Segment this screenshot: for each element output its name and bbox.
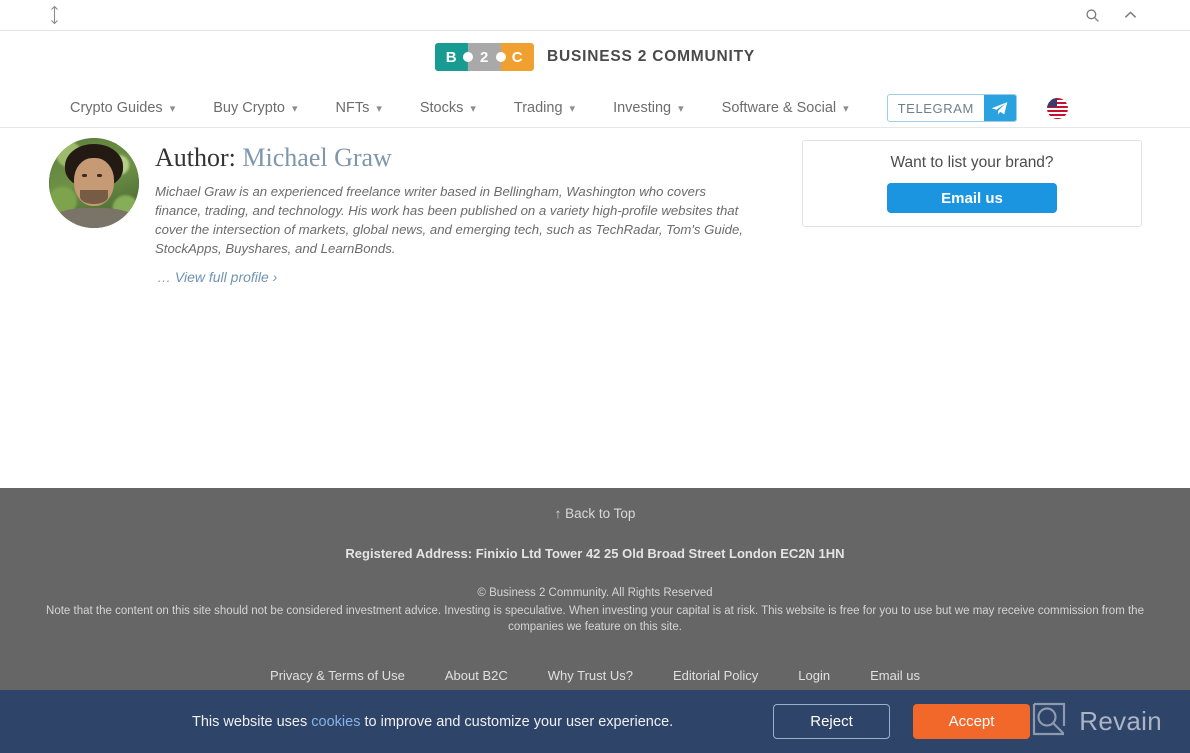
telegram-label: TELEGRAM <box>897 100 974 116</box>
browser-toolbar-icons <box>1082 5 1140 25</box>
chevron-down-icon: ▾ <box>569 102 576 115</box>
logo-piece-b: B <box>434 43 473 71</box>
view-full-profile-link[interactable]: View full profile › <box>175 269 277 285</box>
nav-label: NFTs <box>335 100 370 116</box>
revain-label: Revain <box>1079 706 1162 736</box>
nav-item-stocks[interactable]: Stocks ▾ <box>420 100 476 116</box>
chevron-down-icon: ▾ <box>678 102 684 115</box>
nav-item-investing[interactable]: Investing ▾ <box>613 100 684 116</box>
site-logo[interactable]: B 2 C BUSINESS 2 COMMUNITY <box>434 43 756 71</box>
email-us-button[interactable]: Email us <box>887 183 1057 213</box>
copyright-text: © Business 2 Community. All Rights Reser… <box>477 587 713 599</box>
nav-item-buy-crypto[interactable]: Buy Crypto ▾ <box>213 100 297 116</box>
revain-logo-icon <box>1030 700 1068 743</box>
cookie-consent-banner: This website uses cookies to improve and… <box>0 690 1190 753</box>
chevron-down-icon: ▾ <box>169 102 176 115</box>
footer-link-about-b2c[interactable]: About B2C <box>445 668 508 683</box>
nav-label: Crypto Guides <box>70 100 163 116</box>
registered-address: Registered Address: Finixio Ltd Tower 42… <box>345 546 845 561</box>
chevron-down-icon: ▾ <box>291 102 298 115</box>
nav-label: Software & Social <box>721 100 837 116</box>
author-name: Michael Graw <box>242 143 392 172</box>
nav-item-software-and-social[interactable]: Software & Social ▾ <box>722 100 849 116</box>
cookies-link[interactable]: cookies <box>311 714 360 730</box>
author-title-prefix: Author: <box>155 143 236 172</box>
chevron-up-icon[interactable] <box>1120 5 1140 25</box>
author-bio: Michael Graw is an experienced freelance… <box>155 184 743 256</box>
site-header: B 2 C BUSINESS 2 COMMUNITY <box>0 31 1190 88</box>
nav-item-trading[interactable]: Trading ▾ <box>514 100 575 116</box>
chevron-down-icon: ▾ <box>843 102 849 115</box>
footer-link-why-trust-us[interactable]: Why Trust Us? <box>548 668 633 683</box>
accept-button[interactable]: Accept <box>913 704 1030 739</box>
telegram-paper-plane-icon <box>983 95 1016 121</box>
main-navigation: Crypto Guides ▾ Buy Crypto ▾ NFTs ▾ Stoc… <box>0 88 1190 128</box>
bio-ellipsis: … <box>157 269 171 285</box>
nav-label: Buy Crypto <box>213 100 285 116</box>
site-footer: ↑ Back to Top Registered Address: Finixi… <box>0 488 1190 690</box>
b2c-puzzle-logo-icon: B 2 C <box>434 43 534 71</box>
brand-card-title: Want to list your brand? <box>890 154 1054 171</box>
page-title: Author: Michael Graw <box>155 143 392 173</box>
nav-item-nfts[interactable]: NFTs ▾ <box>335 100 381 116</box>
vertical-resize-cursor-icon <box>47 5 61 27</box>
revain-watermark: Revain <box>1030 700 1162 743</box>
browser-toolbar <box>0 0 1190 31</box>
brand-name: BUSINESS 2 COMMUNITY <box>546 48 756 65</box>
cookie-text-after: to improve and customize your user exper… <box>360 713 674 730</box>
view-full-profile: … View full profile › <box>157 269 277 285</box>
chevron-down-icon: ▾ <box>376 102 382 115</box>
disclaimer-text: Note that the content on this site shoul… <box>46 605 1144 633</box>
nav-item-crypto-guides[interactable]: Crypto Guides ▾ <box>70 100 175 116</box>
reject-button[interactable]: Reject <box>773 704 890 739</box>
us-flag-icon[interactable] <box>1046 97 1068 119</box>
list-your-brand-card: Want to list your brand? Email us <box>802 140 1142 227</box>
telegram-button[interactable]: TELEGRAM <box>886 94 1017 122</box>
search-icon[interactable] <box>1082 5 1102 25</box>
footer-link-email-us[interactable]: Email us <box>870 668 920 683</box>
nav-label: Stocks <box>419 100 464 116</box>
footer-links: Privacy & Terms of Use About B2C Why Tru… <box>0 668 1190 683</box>
chevron-down-icon: ▾ <box>470 102 476 115</box>
nav-items-container: Crypto Guides ▾ Buy Crypto ▾ NFTs ▾ Stoc… <box>70 88 1068 128</box>
footer-link-privacy-terms[interactable]: Privacy & Terms of Use <box>270 668 405 683</box>
nav-label: Investing <box>613 100 672 116</box>
avatar <box>49 138 139 228</box>
footer-link-login[interactable]: Login <box>798 668 830 683</box>
cookie-text-before: This website uses <box>192 713 312 730</box>
cookie-buttons: Reject Accept <box>773 704 1030 739</box>
page-root: B 2 C BUSINESS 2 COMMUNITY Crypto Guides… <box>0 0 1190 753</box>
back-to-top-link[interactable]: ↑ Back to Top <box>0 506 1190 521</box>
cookie-message: This website uses cookies to improve and… <box>192 714 673 730</box>
footer-link-editorial-policy[interactable]: Editorial Policy <box>673 668 758 683</box>
nav-label: Trading <box>513 100 563 116</box>
